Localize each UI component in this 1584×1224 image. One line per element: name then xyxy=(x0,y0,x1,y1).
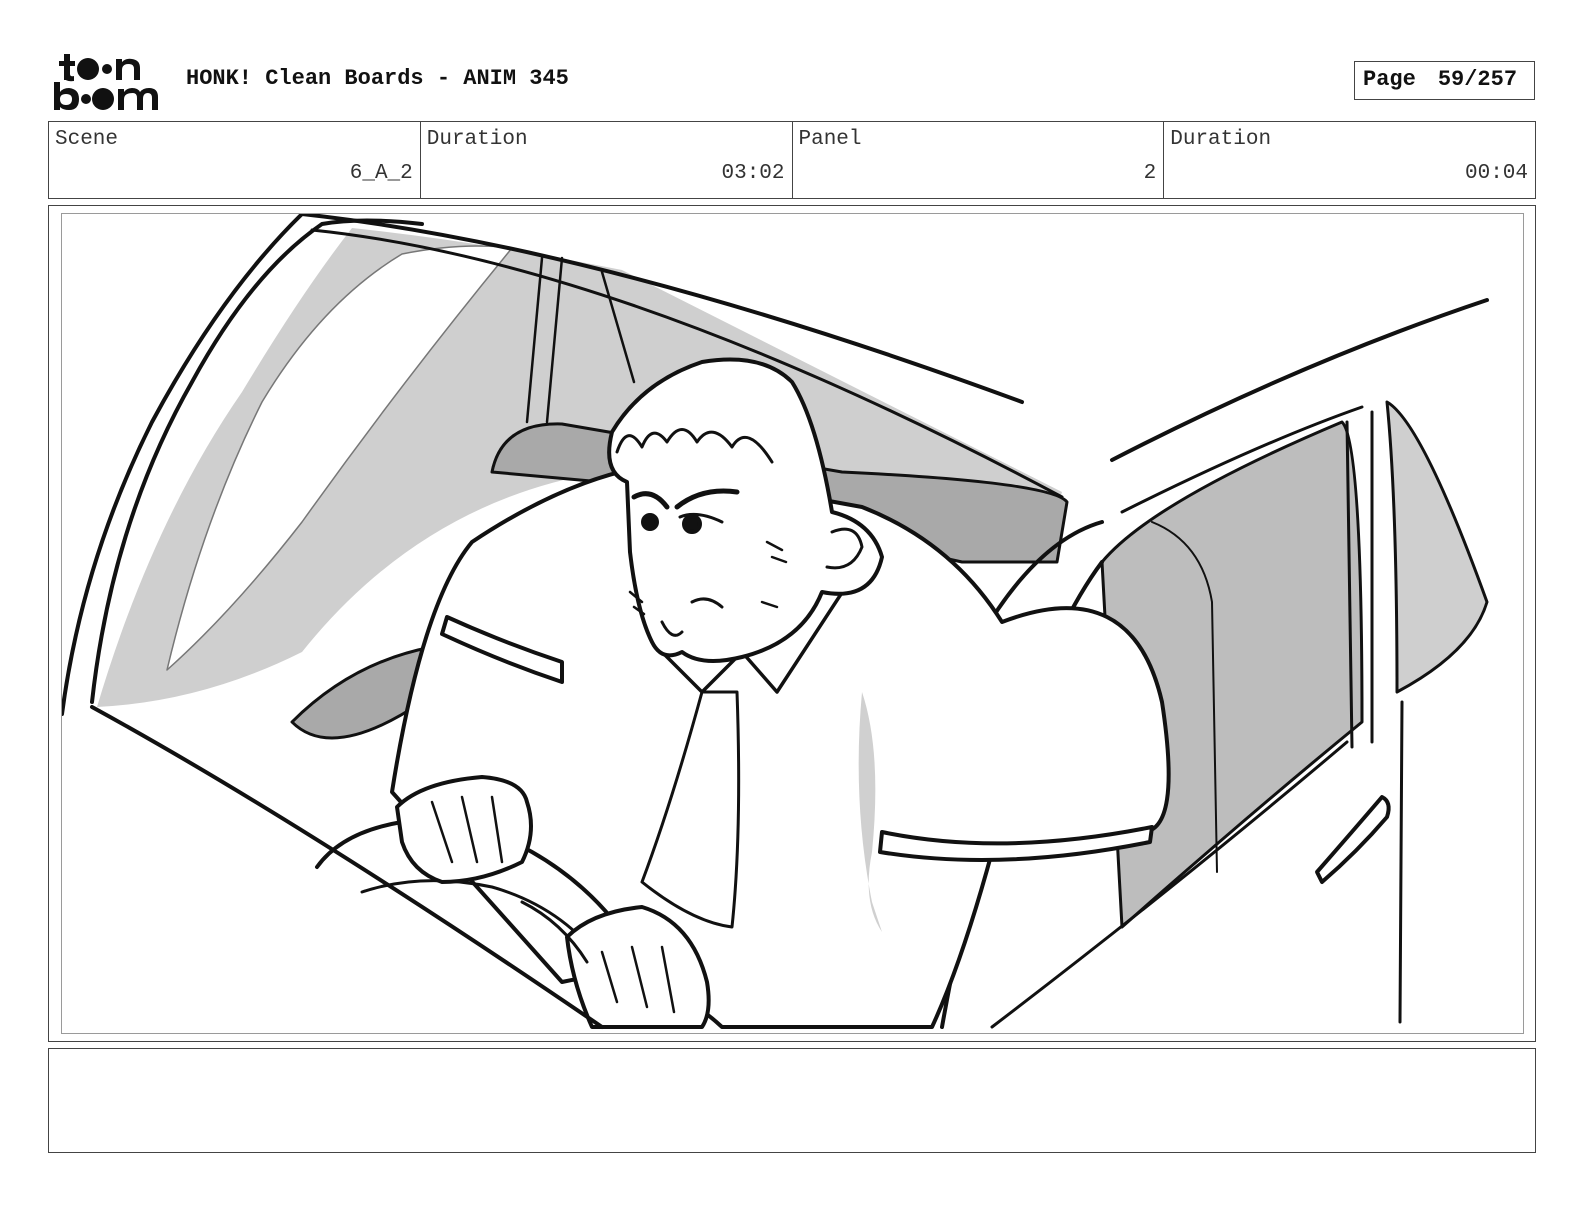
scene-value: 6_A_2 xyxy=(349,162,413,185)
panel-duration-value: 00:04 xyxy=(1464,162,1528,185)
panel-notes-box xyxy=(48,1048,1536,1153)
panel-duration-label: Duration xyxy=(1170,128,1272,151)
storyboard-panel xyxy=(48,205,1536,1042)
panel-value: 2 xyxy=(1143,162,1157,185)
page-number: 59/257 xyxy=(1437,67,1518,92)
scene-label: Scene xyxy=(55,128,119,151)
page-indicator: Page 59/257 xyxy=(1354,61,1535,100)
toon-boom-logo xyxy=(52,52,164,112)
panel-cell: Panel 2 xyxy=(793,122,1165,198)
storyboard-drawing xyxy=(62,214,1489,1029)
scene-info-table: Scene 6_A_2 Duration 03:02 Panel 2 Durat… xyxy=(48,121,1536,199)
document-title: HONK! Clean Boards - ANIM 345 xyxy=(186,66,569,91)
scene-duration-cell: Duration 03:02 xyxy=(421,122,793,198)
scene-duration-label: Duration xyxy=(426,128,528,151)
panel-label: Panel xyxy=(798,128,862,151)
scene-duration-value: 03:02 xyxy=(721,162,785,185)
page-label: Page xyxy=(1363,67,1416,92)
panel-duration-cell: Duration 00:04 xyxy=(1164,122,1535,198)
scene-cell: Scene 6_A_2 xyxy=(49,122,421,198)
panel-drawing-area xyxy=(61,213,1524,1034)
